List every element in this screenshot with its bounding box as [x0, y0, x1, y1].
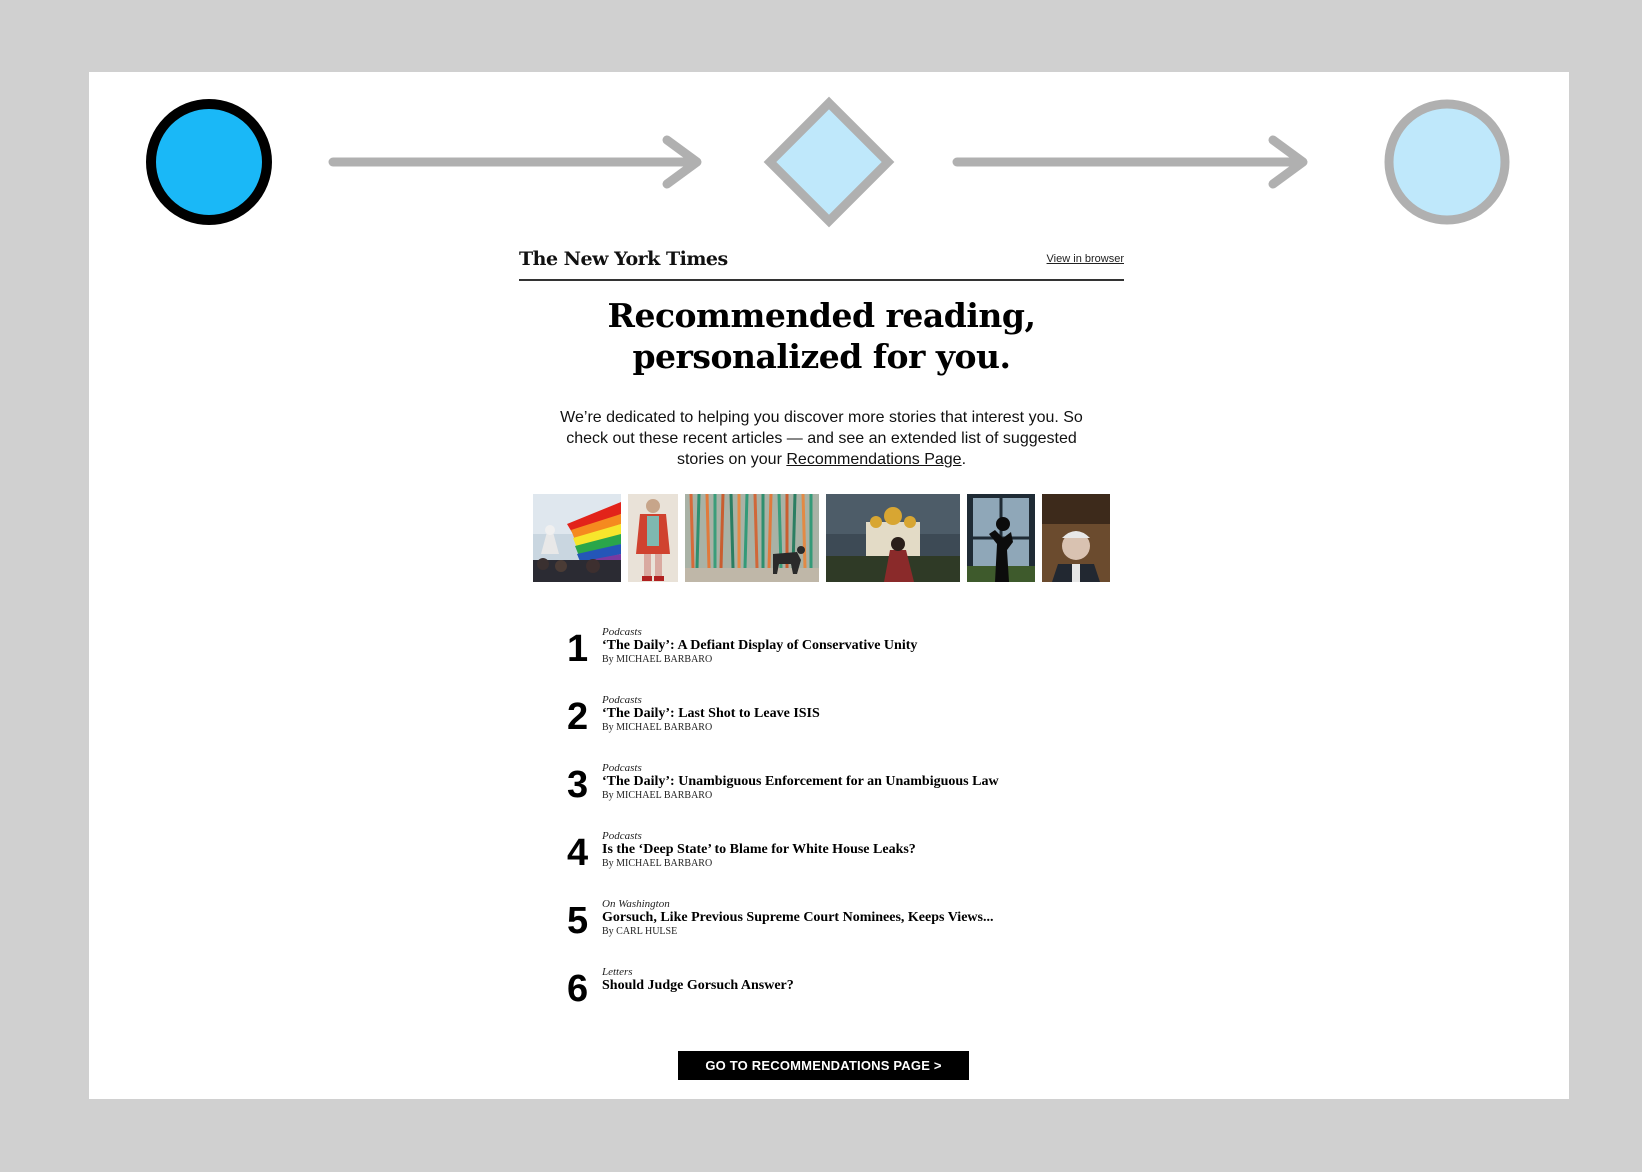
- article-byline: By MICHAEL BARBARO: [602, 722, 713, 733]
- thumbnail-church-domes[interactable]: [826, 494, 960, 582]
- article-section: Podcasts: [602, 830, 642, 842]
- article-rank: 6: [567, 968, 589, 1010]
- article-byline: By CARL HULSE: [602, 926, 678, 937]
- go-to-recommendations-button[interactable]: GO TO RECOMMENDATIONS PAGE >: [678, 1051, 969, 1080]
- article-rank: 4: [567, 832, 589, 874]
- article-text: Podcasts ‘The Daily’: Last Shot to Leave…: [602, 694, 820, 734]
- list-item[interactable]: 6 Letters Should Judge Gorsuch Answer?: [567, 966, 1124, 1034]
- article-byline: By MICHAEL BARBARO: [602, 858, 713, 869]
- article-title-link[interactable]: Is the ‘Deep State’ to Blame for White H…: [602, 842, 916, 858]
- cta-arrow: >: [933, 1058, 942, 1073]
- view-in-browser-link[interactable]: View in browser: [1047, 253, 1124, 265]
- article-text: On Washington Gorsuch, Like Previous Sup…: [602, 898, 993, 938]
- article-text: Podcasts Is the ‘Deep State’ to Blame fo…: [602, 830, 916, 870]
- article-rank: 3: [567, 764, 589, 806]
- flow-diagram: [146, 96, 1510, 228]
- article-text: Letters Should Judge Gorsuch Answer?: [602, 966, 794, 994]
- recommendations-page-link[interactable]: Recommendations Page: [786, 451, 961, 468]
- email-header: The New York Times View in browser: [519, 234, 1124, 281]
- list-item[interactable]: 3 Podcasts ‘The Daily’: Unambiguous Enfo…: [567, 762, 1124, 830]
- list-item[interactable]: 5 On Washington Gorsuch, Like Previous S…: [567, 898, 1124, 966]
- slide-canvas: The New York Times View in browser Recom…: [89, 72, 1569, 1099]
- intro-end: .: [961, 451, 967, 468]
- email-preview: The New York Times View in browser Recom…: [519, 234, 1124, 1080]
- article-rank: 2: [567, 696, 589, 738]
- article-byline: By MICHAEL BARBARO: [602, 654, 713, 665]
- intro-paragraph: We’re dedicated to helping you discover …: [552, 407, 1092, 470]
- article-title-link[interactable]: Should Judge Gorsuch Answer?: [602, 978, 794, 994]
- article-section: Podcasts: [602, 762, 642, 774]
- article-title-link[interactable]: ‘The Daily’: Last Shot to Leave ISIS: [602, 706, 820, 722]
- article-text: Podcasts ‘The Daily’: A Defiant Display …: [602, 626, 917, 666]
- email-headline: Recommended reading, personalized for yo…: [519, 295, 1124, 377]
- article-section: Podcasts: [602, 694, 642, 706]
- cta-label: GO TO RECOMMENDATIONS PAGE: [705, 1058, 931, 1073]
- thumbnail-ribbons-dog[interactable]: [685, 494, 819, 582]
- thumbnail-portrait-man[interactable]: [1042, 494, 1110, 582]
- thumbnail-pride-flag-capitol[interactable]: [533, 494, 621, 582]
- list-item[interactable]: 4 Podcasts Is the ‘Deep State’ to Blame …: [567, 830, 1124, 898]
- headline-line-2: personalized for you.: [632, 337, 1011, 376]
- list-item[interactable]: 2 Podcasts ‘The Daily’: Last Shot to Lea…: [567, 694, 1124, 762]
- article-rank: 1: [567, 628, 589, 670]
- headline-line-1: Recommended reading,: [607, 296, 1036, 335]
- article-text: Podcasts ‘The Daily’: Unambiguous Enforc…: [602, 762, 999, 802]
- gateway-diamond[interactable]: [763, 96, 895, 228]
- end-event-circle[interactable]: [1384, 99, 1510, 225]
- article-list: 1 Podcasts ‘The Daily’: A Defiant Displa…: [567, 626, 1124, 1034]
- sequence-flow-arrow-2: [952, 135, 1308, 189]
- article-title-link[interactable]: Gorsuch, Like Previous Supreme Court Nom…: [602, 910, 993, 926]
- thumbnail-fashion-coat[interactable]: [628, 494, 678, 582]
- article-section: Letters: [602, 966, 633, 978]
- start-event-circle[interactable]: [146, 99, 272, 225]
- article-section: On Washington: [602, 898, 670, 910]
- article-title-link[interactable]: ‘The Daily’: A Defiant Display of Conser…: [602, 638, 917, 654]
- article-rank: 5: [567, 900, 589, 942]
- thumbnail-strip: [519, 494, 1124, 582]
- nyt-logo: The New York Times: [519, 248, 728, 270]
- article-byline: By MICHAEL BARBARO: [602, 790, 713, 801]
- sequence-flow-arrow-1: [328, 135, 702, 189]
- list-item[interactable]: 1 Podcasts ‘The Daily’: A Defiant Displa…: [567, 626, 1124, 694]
- article-section: Podcasts: [602, 626, 642, 638]
- article-title-link[interactable]: ‘The Daily’: Unambiguous Enforcement for…: [602, 774, 999, 790]
- thumbnail-silhouette-window[interactable]: [967, 494, 1035, 582]
